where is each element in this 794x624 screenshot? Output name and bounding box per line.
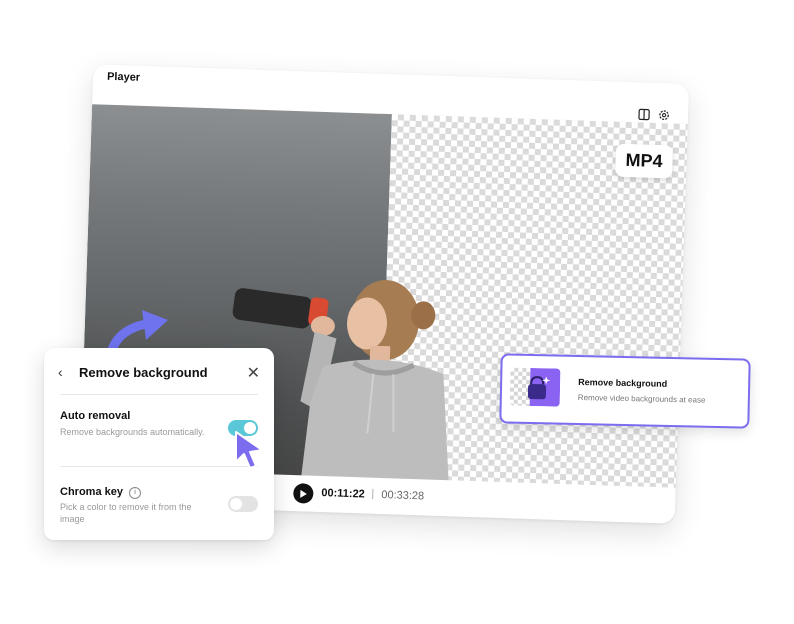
chroma-key-description: Pick a color to remove it from the image <box>60 502 192 524</box>
divider <box>60 466 258 467</box>
bag-icon <box>527 376 551 400</box>
current-time: 00:11:22 <box>321 487 365 501</box>
feature-title: Remove background <box>578 377 668 389</box>
chroma-key-toggle[interactable] <box>228 496 258 512</box>
time-separator: | <box>371 487 375 500</box>
chroma-key-title: Chroma key <box>60 486 123 498</box>
player-header: Player <box>93 64 690 110</box>
divider <box>60 394 258 395</box>
play-button[interactable] <box>293 483 314 504</box>
player-title: Player <box>106 70 141 84</box>
play-icon <box>300 489 307 498</box>
feature-description: Remove video backgrounds at ease <box>577 393 706 405</box>
cursor-icon <box>235 431 263 469</box>
auto-removal-title: Auto removal <box>60 410 131 422</box>
auto-removal-description: Remove backgrounds automatically. <box>60 427 205 437</box>
feature-thumbnail <box>509 367 561 407</box>
gear-icon[interactable] <box>658 109 670 121</box>
close-icon[interactable]: ✕ <box>247 363 260 383</box>
split-view-icon[interactable] <box>638 108 650 121</box>
format-badge: MP4 <box>615 143 674 179</box>
chevron-left-icon[interactable]: ‹ <box>58 364 63 380</box>
info-icon[interactable]: i <box>129 487 141 499</box>
panel-title: Remove background <box>79 365 208 380</box>
total-duration: 00:33:28 <box>381 489 425 503</box>
remove-background-feature-card[interactable]: Remove background Remove video backgroun… <box>499 353 751 429</box>
